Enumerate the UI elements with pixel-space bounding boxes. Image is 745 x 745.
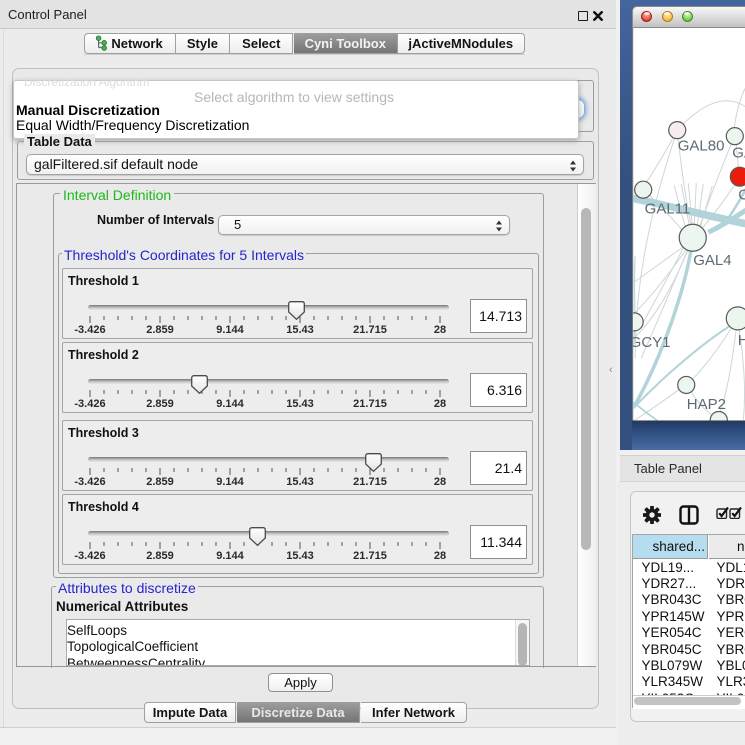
- svg-text:CYC: CYC: [738, 186, 745, 203]
- svg-text:HA: HA: [737, 331, 745, 348]
- svg-text:GAL4: GAL4: [693, 251, 731, 268]
- svg-text:GCY1: GCY1: [632, 333, 671, 350]
- svg-text:GAL80: GAL80: [677, 137, 724, 154]
- svg-text:HAP2: HAP2: [686, 395, 725, 412]
- svg-text:GAL1: GAL1: [732, 144, 745, 161]
- svg-text:GAL11: GAL11: [644, 200, 690, 217]
